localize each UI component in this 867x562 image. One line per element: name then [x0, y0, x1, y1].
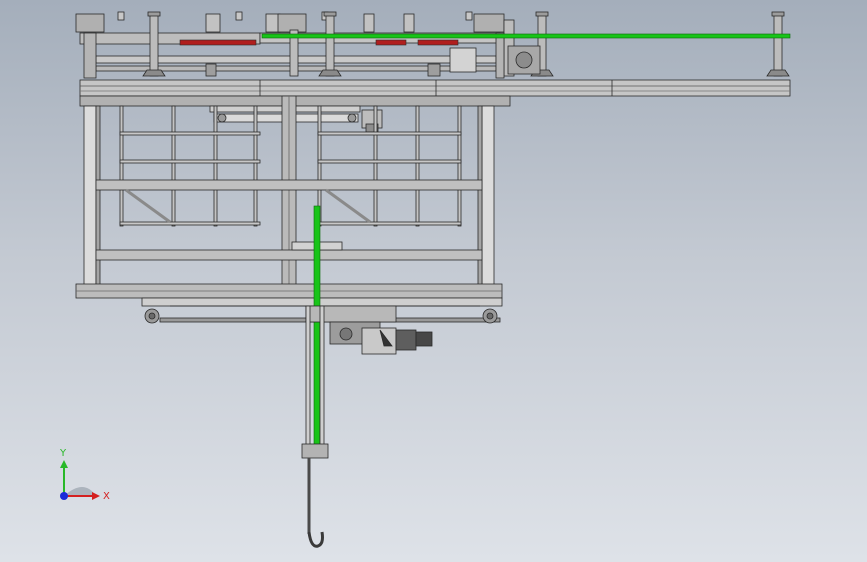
lower-frame — [75, 95, 503, 324]
triad-x-label: X — [103, 491, 110, 502]
cad-viewport[interactable]: X Y — [0, 0, 867, 562]
triad-y-label: Y — [59, 448, 67, 459]
hoist-drive — [305, 305, 433, 355]
main-beam — [79, 79, 791, 107]
green-upper-rail — [261, 33, 791, 39]
crane-drawing: X Y — [59, 11, 791, 548]
coordinate-triad — [60, 460, 100, 500]
